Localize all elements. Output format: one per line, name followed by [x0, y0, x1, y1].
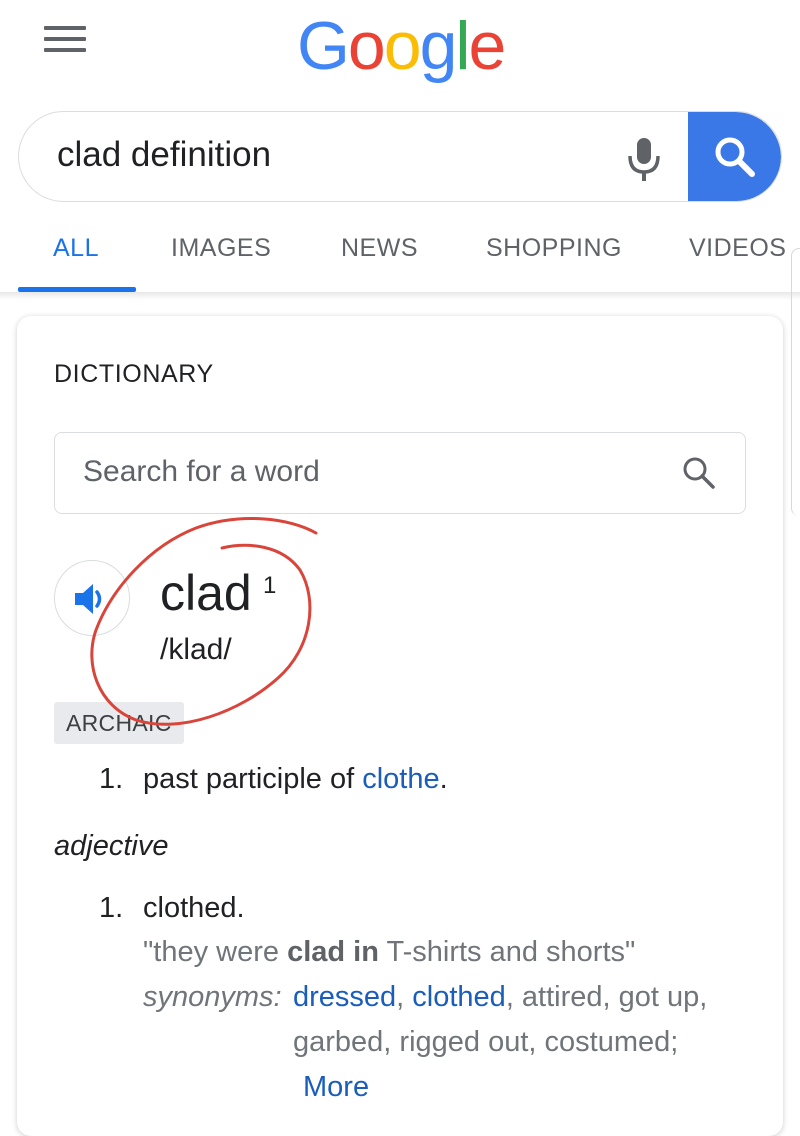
- example-bold: clad in: [287, 936, 379, 968]
- synonym-dressed-link[interactable]: dressed: [293, 981, 396, 1013]
- synonyms-line: garbed, rigged out, costumed;: [293, 1026, 679, 1058]
- logo-letter: o: [383, 8, 422, 84]
- search-icon[interactable]: [681, 455, 717, 491]
- more-synonyms-link[interactable]: More: [303, 1071, 369, 1104]
- example-text: T-shirts and shorts": [378, 936, 636, 968]
- speaker-icon: [75, 584, 102, 614]
- logo-letter: g: [419, 8, 458, 84]
- synonyms-line: dressed, clothed, attired, got up,: [293, 981, 707, 1014]
- scroll-edge: [791, 248, 800, 516]
- tabs-divider: [0, 292, 800, 300]
- pronunciation: /klad/: [160, 633, 232, 666]
- clothe-link[interactable]: clothe: [362, 763, 439, 795]
- register-badge: ARCHAIC: [54, 702, 184, 744]
- word-search-input[interactable]: Search for a word: [54, 432, 746, 514]
- section-title: DICTIONARY: [54, 360, 214, 388]
- synonyms-label: synonyms:: [143, 981, 282, 1013]
- sense-definition: past participle of clothe.: [143, 763, 448, 796]
- sense-definition: clothed.: [143, 892, 245, 924]
- tab-news[interactable]: NEWS: [341, 234, 418, 263]
- search-tabs: ALL IMAGES NEWS SHOPPING VIDEOS: [0, 222, 800, 292]
- pronunciation-button[interactable]: [54, 560, 130, 636]
- sense-number: 1.: [99, 763, 124, 795]
- search-icon: [715, 137, 755, 177]
- synonyms-text: , attired, got up,: [505, 981, 708, 1013]
- word-search-placeholder: Search for a word: [83, 455, 320, 488]
- tab-videos[interactable]: VIDEOS: [689, 234, 786, 263]
- example-text: "they were: [143, 936, 288, 968]
- dictionary-card: DICTIONARY Search for a word clad 1 /kla…: [17, 316, 783, 1136]
- tab-shopping[interactable]: SHOPPING: [486, 234, 622, 263]
- tab-all[interactable]: ALL: [53, 234, 99, 263]
- usage-example: "they were clad in T-shirts and shorts": [143, 936, 635, 969]
- synonym-clothed-link[interactable]: clothed: [412, 981, 506, 1013]
- definition-text: past participle of: [143, 763, 363, 795]
- sense-number: 1.: [99, 892, 124, 924]
- search-input[interactable]: clad definition: [57, 135, 271, 175]
- logo-letter: G: [297, 8, 350, 84]
- tab-images[interactable]: IMAGES: [171, 234, 271, 263]
- logo-letter: o: [347, 8, 386, 84]
- microphone-icon[interactable]: [619, 134, 669, 184]
- part-of-speech: adjective: [54, 830, 169, 862]
- logo-letter: l: [455, 8, 470, 84]
- search-button[interactable]: [688, 112, 781, 201]
- synonym-separator: ,: [396, 981, 413, 1013]
- headword: clad: [160, 565, 252, 621]
- definition-period: .: [439, 763, 448, 795]
- search-bar[interactable]: clad definition: [18, 111, 782, 202]
- logo-letter: e: [468, 8, 507, 84]
- hamburger-menu-icon[interactable]: [44, 24, 88, 54]
- google-logo[interactable]: Google: [297, 6, 507, 86]
- headword-superscript: 1: [263, 572, 277, 599]
